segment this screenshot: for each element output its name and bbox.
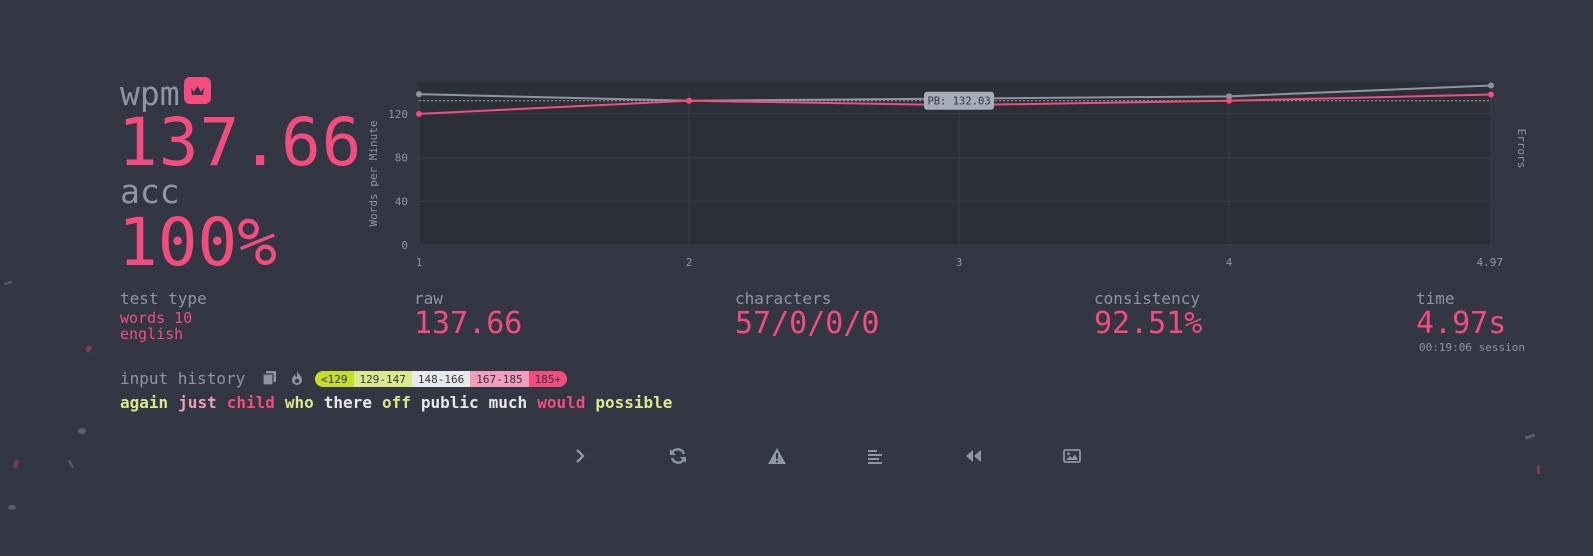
test-type-mode: words 10 [120,309,193,327]
show-words-history-button[interactable] [862,443,888,469]
report-button[interactable] [764,443,790,469]
confetti [8,505,16,510]
history-word[interactable]: who [285,393,314,412]
legend-item: 129-147 [353,371,412,387]
consistency-value: 92.51% [1094,306,1203,341]
input-history-words: again just child who there off public much would… [120,393,672,412]
data-point [686,97,693,104]
acc-value: 100% [118,204,277,281]
y-tick-label: 0 [401,239,408,252]
confetti [1524,433,1536,440]
confetti [3,280,13,286]
y-tick-label: 120 [388,108,408,121]
history-word[interactable]: much [489,393,528,412]
time-value: 4.97s [1416,306,1507,341]
legend-item: 148-166 [411,371,471,387]
refresh-icon [670,448,686,464]
legend-item: 185+ [528,371,568,387]
data-point [416,110,422,117]
raw-value: 137.66 [414,306,523,341]
confetti [1537,465,1540,474]
legend-item: <129 [315,371,354,387]
wpm-value: 137.66 [118,104,363,181]
history-word[interactable]: would [537,393,585,412]
legend-item: 167-185 [470,371,529,387]
data-point [1488,91,1494,98]
warning-icon [768,448,786,464]
history-word[interactable]: possible [595,393,672,412]
x-tick-label: 3 [956,256,963,269]
session-time: 00:19:06 session [1419,341,1525,354]
history-word[interactable]: public [421,393,479,412]
test-type-label: test type [120,289,207,308]
history-word[interactable]: child [227,393,275,412]
rewind-icon [966,450,981,462]
data-point [1226,97,1233,104]
results-page: wpm 137.66 acc 100% 0 40 80 120 1 2 3 4 4.97 Word… [0,0,1593,556]
wpm-chart: 0 40 80 120 1 2 3 4 4.97 Words per Minute Errors PB… [367,82,1528,269]
x-tick-label: 4 [1226,256,1233,269]
history-word[interactable]: there [324,393,372,412]
input-history-label: input history [120,369,246,388]
y2-axis-label: Errors [1515,129,1528,169]
test-type-language: english [120,325,184,343]
y-tick-label: 80 [395,152,408,165]
align-left-icon [868,450,882,464]
data-point [1488,82,1494,89]
characters-value: 57/0/0/0 [735,306,880,341]
image-icon [1063,449,1081,463]
confetti [84,345,93,353]
history-word[interactable]: again [120,393,168,412]
x-tick-label: 4.97 [1477,256,1504,269]
save-screenshot-button[interactable] [1059,443,1085,469]
history-word[interactable]: off [382,393,411,412]
copy-icon[interactable] [262,370,278,386]
x-tick-label: 1 [416,256,423,269]
confetti [68,460,74,468]
data-point [416,91,422,98]
history-word[interactable]: just [178,393,217,412]
y-axis-label: Words per Minute [367,121,380,227]
restart-test-button[interactable] [665,443,691,469]
chevron-right-icon [576,449,585,463]
x-tick-label: 2 [686,256,693,269]
speed-legend: <129 129-147 148-166 167-185 185+ [315,371,568,387]
next-test-button[interactable] [567,443,593,469]
y-tick-label: 40 [395,195,408,208]
crown-icon [184,77,211,104]
replay-button[interactable] [960,443,986,469]
pb-label: PB: 132.03 [927,96,990,108]
confetti [12,459,20,469]
fire-icon[interactable] [289,370,305,386]
confetti [78,428,86,434]
